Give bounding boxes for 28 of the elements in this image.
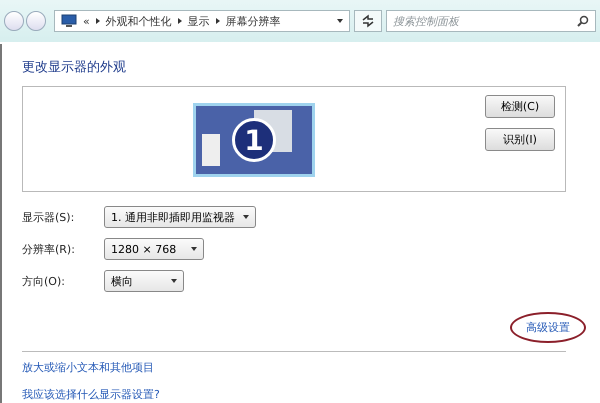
setting-dropdown[interactable]: 1. 通用非即插即用监视器 <box>104 206 256 228</box>
breadcrumb-item[interactable]: 显示 <box>188 14 210 28</box>
help-link[interactable]: 我应该选择什么显示器设置? <box>22 387 160 402</box>
monitor-icon <box>61 14 77 28</box>
preview-button[interactable]: 识别(I) <box>485 128 555 151</box>
window-thumbnail <box>202 134 220 166</box>
refresh-button[interactable] <box>354 10 382 32</box>
breadcrumb-arrow-icon[interactable] <box>178 18 182 24</box>
breadcrumb-arrow-icon[interactable] <box>96 18 100 24</box>
advanced-settings-link[interactable]: 高级设置 <box>510 312 586 343</box>
dropdown-arrow-icon[interactable] <box>337 19 343 23</box>
help-link[interactable]: 放大或缩小文本和其他项目 <box>22 360 154 375</box>
setting-dropdown[interactable]: 1280 × 768 <box>104 238 204 260</box>
monitor-thumbnail[interactable]: 1 <box>193 103 315 177</box>
search-icon <box>577 15 589 27</box>
page-heading: 更改显示器的外观 <box>22 59 127 76</box>
refresh-icon <box>361 14 375 28</box>
setting-label: 显示器(S): <box>22 210 76 224</box>
monitor-number: 1 <box>232 118 276 162</box>
setting-dropdown[interactable]: 横向 <box>104 270 184 292</box>
breadcrumb-arrow-icon[interactable] <box>216 18 220 24</box>
setting-label: 分辨率(R): <box>22 242 76 256</box>
setting-label: 方向(O): <box>22 274 66 288</box>
address-bar[interactable]: « 外观和个性化 显示 屏幕分辨率 <box>54 10 350 32</box>
preview-button[interactable]: 检测(C) <box>485 95 555 118</box>
breadcrumb-item[interactable]: 屏幕分辨率 <box>226 14 281 28</box>
breadcrumb-item[interactable]: 外观和个性化 <box>106 14 172 28</box>
overflow-chevron[interactable]: « <box>83 14 90 28</box>
